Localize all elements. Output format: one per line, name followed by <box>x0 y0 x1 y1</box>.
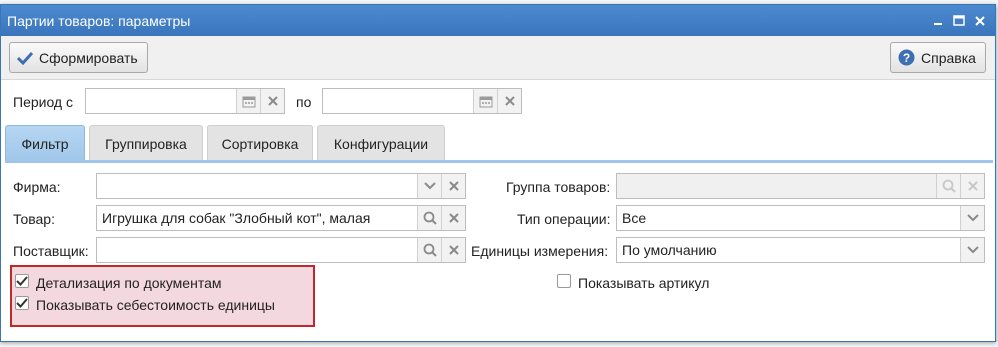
help-icon: ? <box>898 49 915 66</box>
clear-icon[interactable] <box>960 174 984 198</box>
tab-sorting[interactable]: Сортировка <box>207 125 313 161</box>
generate-button[interactable]: Сформировать <box>9 42 148 73</box>
chevron-down-icon[interactable] <box>960 238 984 262</box>
chevron-down-icon[interactable] <box>960 206 984 230</box>
calendar-icon[interactable] <box>473 89 497 113</box>
detail-by-documents-checkbox[interactable] <box>15 274 29 288</box>
help-button-label: Справка <box>921 49 976 66</box>
supplier-label: Поставщик: <box>13 243 89 259</box>
tab-grouping[interactable]: Группировка <box>89 125 203 161</box>
units-label: Единицы измерения: <box>471 243 609 259</box>
checkmark-icon <box>16 298 28 308</box>
generate-button-label: Сформировать <box>39 49 138 66</box>
search-icon[interactable] <box>417 206 441 230</box>
tab-configurations-label: Конфигурации <box>333 135 429 152</box>
clear-icon[interactable] <box>497 89 521 113</box>
operation-type-value: Все <box>622 210 647 226</box>
window-titlebar[interactable]: Партии товаров: параметры <box>1 5 995 36</box>
toolbar: Сформировать ? Справка <box>1 36 995 80</box>
detail-by-documents-label[interactable]: Детализация по документам <box>36 275 222 291</box>
window-title: Партии товаров: параметры <box>7 12 191 29</box>
product-group-field[interactable] <box>616 173 985 199</box>
product-value: Игрушка для собак "Злобный кот", малая <box>102 210 371 226</box>
minimize-icon[interactable] <box>929 12 947 30</box>
operation-type-label: Тип операции: <box>517 211 611 227</box>
period-to-label: по <box>296 94 312 110</box>
product-label: Товар: <box>13 211 55 227</box>
period-from-label: Период с <box>13 94 73 110</box>
show-unit-cost-label[interactable]: Показывать себестоимость единицы <box>36 297 275 313</box>
tab-underline <box>5 160 993 163</box>
show-article-label[interactable]: Показывать артикул <box>578 275 709 291</box>
calendar-icon[interactable] <box>236 89 260 113</box>
search-icon[interactable] <box>417 238 441 262</box>
clear-icon[interactable] <box>260 89 284 113</box>
checkmark-icon <box>16 276 28 286</box>
checkmark-icon <box>17 51 33 65</box>
report-params-window: Партии товаров: параметры Сформировать ?… <box>0 4 996 342</box>
clear-icon[interactable] <box>441 174 465 198</box>
firm-label: Фирма: <box>13 179 61 195</box>
tab-sorting-label: Сортировка <box>221 135 299 152</box>
search-icon[interactable] <box>936 174 960 198</box>
tab-configurations[interactable]: Конфигурации <box>317 125 445 161</box>
chevron-down-icon[interactable] <box>417 174 441 198</box>
period-to-field[interactable] <box>322 88 522 114</box>
units-value: По умолчанию <box>622 242 717 258</box>
show-article-checkbox[interactable] <box>557 274 571 288</box>
units-select[interactable]: По умолчанию <box>616 237 985 263</box>
show-unit-cost-checkbox[interactable] <box>15 296 29 310</box>
svg-text:?: ? <box>903 51 910 65</box>
firm-field[interactable] <box>96 173 466 199</box>
clear-icon[interactable] <box>441 206 465 230</box>
tab-filter-label: Фильтр <box>21 135 69 152</box>
maximize-icon[interactable] <box>950 12 968 30</box>
product-field[interactable]: Игрушка для собак "Злобный кот", малая <box>96 205 466 231</box>
product-group-label: Группа товаров: <box>506 179 611 195</box>
supplier-field[interactable] <box>96 237 466 263</box>
operation-type-select[interactable]: Все <box>616 205 985 231</box>
period-from-field[interactable] <box>85 88 285 114</box>
tab-grouping-label: Группировка <box>105 135 187 152</box>
tab-filter[interactable]: Фильтр <box>5 125 85 161</box>
help-button[interactable]: ? Справка <box>890 42 986 73</box>
close-icon[interactable] <box>971 12 989 30</box>
clear-icon[interactable] <box>441 238 465 262</box>
